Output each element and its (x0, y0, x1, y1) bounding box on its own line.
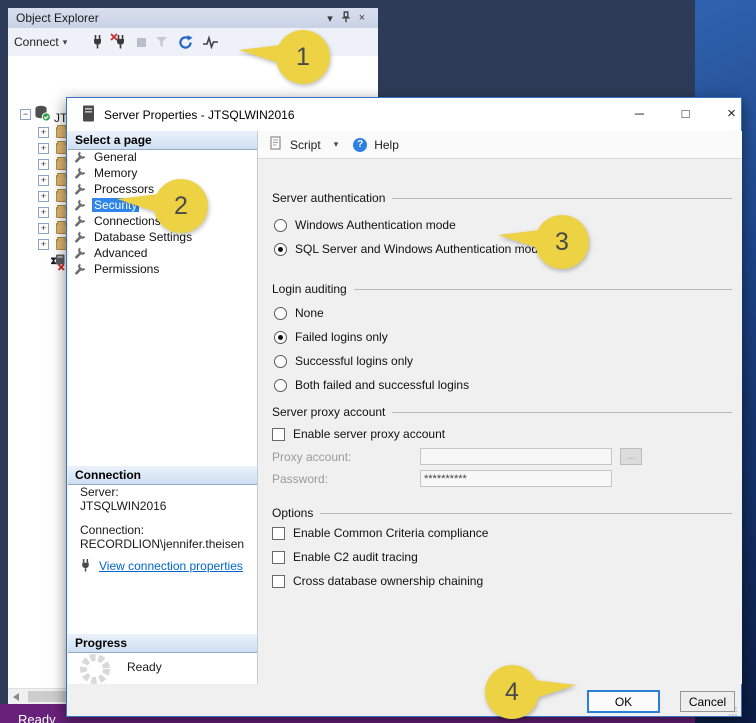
refresh-icon[interactable] (178, 35, 193, 50)
progress-status: Ready (127, 660, 162, 674)
checkbox-common-criteria[interactable]: Enable Common Criteria compliance (272, 526, 488, 540)
activity-monitor-icon[interactable] (203, 35, 219, 49)
radio-icon (274, 307, 287, 320)
server-label: Server: (80, 485, 119, 499)
options-group: Options (272, 506, 732, 520)
stop-icon (137, 38, 146, 47)
wrench-icon (74, 231, 86, 243)
radio-icon (274, 379, 287, 392)
select-a-page-header: Select a page (68, 131, 257, 150)
dialog-toolbar: Script ▾ ? Help (258, 131, 742, 159)
checkbox-icon (272, 575, 285, 588)
sql-agent-icon[interactable] (50, 254, 66, 276)
callout-4-number: 4 (485, 663, 539, 721)
expand-icon[interactable]: + (38, 175, 49, 186)
wrench-icon (74, 247, 86, 259)
progress-spinner-icon (78, 652, 112, 691)
ok-button[interactable]: OK (587, 690, 660, 713)
expand-icon[interactable]: + (38, 207, 49, 218)
wrench-icon (74, 151, 86, 163)
maximize-icon[interactable]: □ (663, 98, 708, 128)
checkbox-icon (272, 527, 285, 540)
expand-icon[interactable]: + (38, 159, 49, 170)
radio-icon (274, 219, 287, 232)
login-auditing-group: Login auditing (272, 282, 732, 296)
callout-1-number: 1 (276, 28, 330, 86)
expand-icon[interactable]: + (38, 127, 49, 138)
page-item-general[interactable]: General (74, 149, 254, 165)
window-position-icon[interactable]: ▾ (322, 12, 338, 25)
status-bar-text: Ready (18, 712, 56, 723)
dialog-title: Server Properties - JTSQLWIN2016 (104, 108, 295, 122)
connection-value: RECORDLION\jennifer.theisen (80, 537, 244, 551)
callout-2-number: 2 (154, 177, 208, 235)
expand-icon[interactable]: + (38, 191, 49, 202)
radio-both-failed-and-successful[interactable]: Both failed and successful logins (274, 378, 469, 392)
password-label: Password: (272, 472, 328, 486)
database-server-icon (34, 105, 51, 127)
object-explorer-titlebar: Object Explorer ▾ × (8, 8, 378, 28)
expand-icon[interactable]: + (38, 239, 49, 250)
checkbox-icon (272, 551, 285, 564)
connection-header: Connection (68, 466, 257, 485)
proxy-account-label: Proxy account: (272, 450, 351, 464)
connect-button[interactable]: Connect ▾ (14, 35, 67, 49)
callout-1: 1 (237, 28, 333, 86)
collapse-icon[interactable]: − (20, 109, 31, 120)
proxy-account-input (420, 448, 612, 465)
connect-plug-icon[interactable] (91, 35, 104, 49)
help-button[interactable]: Help (374, 138, 399, 152)
radio-icon (274, 355, 287, 368)
checkbox-cross-db-ownership[interactable]: Cross database ownership chaining (272, 574, 483, 588)
callout-4: 4 (482, 663, 578, 721)
cancel-button[interactable]: Cancel (680, 691, 735, 712)
wrench-icon (74, 263, 86, 275)
close-icon[interactable]: × (354, 12, 370, 24)
wrench-icon (74, 215, 86, 227)
close-icon[interactable]: × (709, 98, 754, 128)
wrench-icon (74, 167, 86, 179)
callout-3-number: 3 (535, 213, 589, 271)
expand-icon[interactable]: + (38, 143, 49, 154)
radio-none[interactable]: None (274, 306, 324, 320)
server-value: JTSQLWIN2016 (80, 499, 166, 513)
expand-icon[interactable]: + (38, 223, 49, 234)
browse-button: ... (620, 448, 642, 465)
password-input (420, 470, 612, 487)
connection-label: Connection: (80, 523, 144, 537)
connection-plug-icon (79, 559, 92, 577)
filter-icon (156, 37, 168, 48)
server-proxy-account-group: Server proxy account (272, 405, 732, 419)
server-icon (82, 105, 95, 125)
wrench-icon (74, 199, 86, 211)
page-item-advanced[interactable]: Advanced (74, 245, 254, 261)
progress-header: Progress (68, 634, 257, 653)
radio-successful-logins-only[interactable]: Successful logins only (274, 354, 413, 368)
radio-selected-icon (274, 243, 287, 256)
screen: Ready Object Explorer ▾ × Connect ▾ (0, 0, 756, 723)
chevron-down-icon[interactable]: ▾ (334, 139, 339, 150)
resize-grip[interactable] (728, 703, 738, 713)
chevron-down-icon: ▾ (63, 37, 68, 48)
callout-3: 3 (496, 213, 592, 271)
script-icon (270, 136, 283, 153)
pin-icon[interactable] (338, 11, 354, 26)
checkbox-icon (272, 428, 285, 441)
callout-2: 2 (115, 177, 211, 235)
radio-selected-icon (274, 331, 287, 344)
checkbox-c2-audit-tracing[interactable]: Enable C2 audit tracing (272, 550, 418, 564)
object-explorer-title: Object Explorer (16, 11, 99, 25)
disconnect-plug-icon[interactable] (114, 35, 127, 49)
page-item-permissions[interactable]: Permissions (74, 261, 254, 277)
script-button[interactable]: Script (290, 138, 321, 152)
server-authentication-group: Server authentication (272, 191, 732, 205)
scroll-left-icon[interactable] (13, 693, 19, 701)
radio-failed-logins-only[interactable]: Failed logins only (274, 330, 388, 344)
checkbox-enable-server-proxy[interactable]: Enable server proxy account (272, 427, 445, 441)
wrench-icon (74, 183, 86, 195)
view-connection-properties-link[interactable]: View connection properties (99, 559, 243, 573)
help-icon: ? (353, 138, 367, 152)
minimize-icon[interactable]: ─ (617, 98, 662, 128)
radio-windows-auth[interactable]: Windows Authentication mode (274, 218, 456, 232)
